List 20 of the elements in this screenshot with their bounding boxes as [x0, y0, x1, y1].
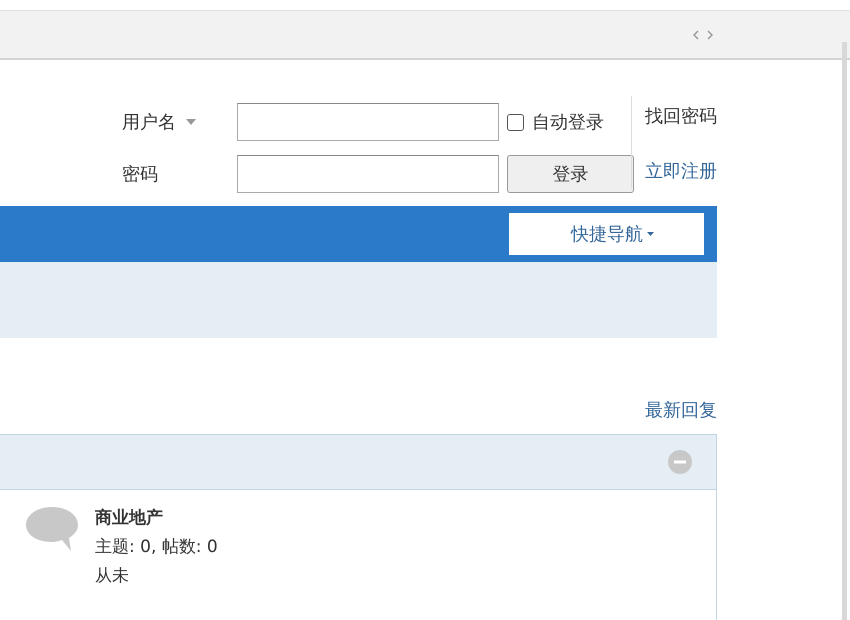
previous-icon[interactable] [693, 30, 699, 40]
next-icon[interactable] [707, 30, 713, 40]
password-field[interactable] [237, 155, 499, 193]
username-field[interactable] [237, 103, 499, 141]
auto-login-label: 自动登录 [532, 111, 604, 134]
caret-icon [647, 232, 654, 236]
latest-replies-link[interactable]: 最新回复 [645, 398, 717, 434]
quick-nav-button[interactable]: 快捷导航 [509, 213, 704, 255]
forgot-password-link[interactable]: 找回密码 [645, 104, 717, 128]
speech-bubble-icon [25, 506, 79, 552]
collapse-icon[interactable] [668, 450, 692, 474]
last-post-text: 从未 [95, 565, 130, 587]
password-label: 密码 [122, 163, 158, 186]
forum-name-link[interactable]: 商业地产 [95, 506, 218, 529]
login-button[interactable]: 登录 [507, 155, 634, 193]
username-label: 用户名 [122, 111, 176, 134]
forum-stats: 主题: 0, 帖数: 0 [95, 536, 218, 558]
auto-login-checkbox[interactable] [507, 114, 524, 130]
dropdown-caret-icon[interactable] [186, 119, 196, 125]
register-link[interactable]: 立即注册 [645, 159, 717, 183]
